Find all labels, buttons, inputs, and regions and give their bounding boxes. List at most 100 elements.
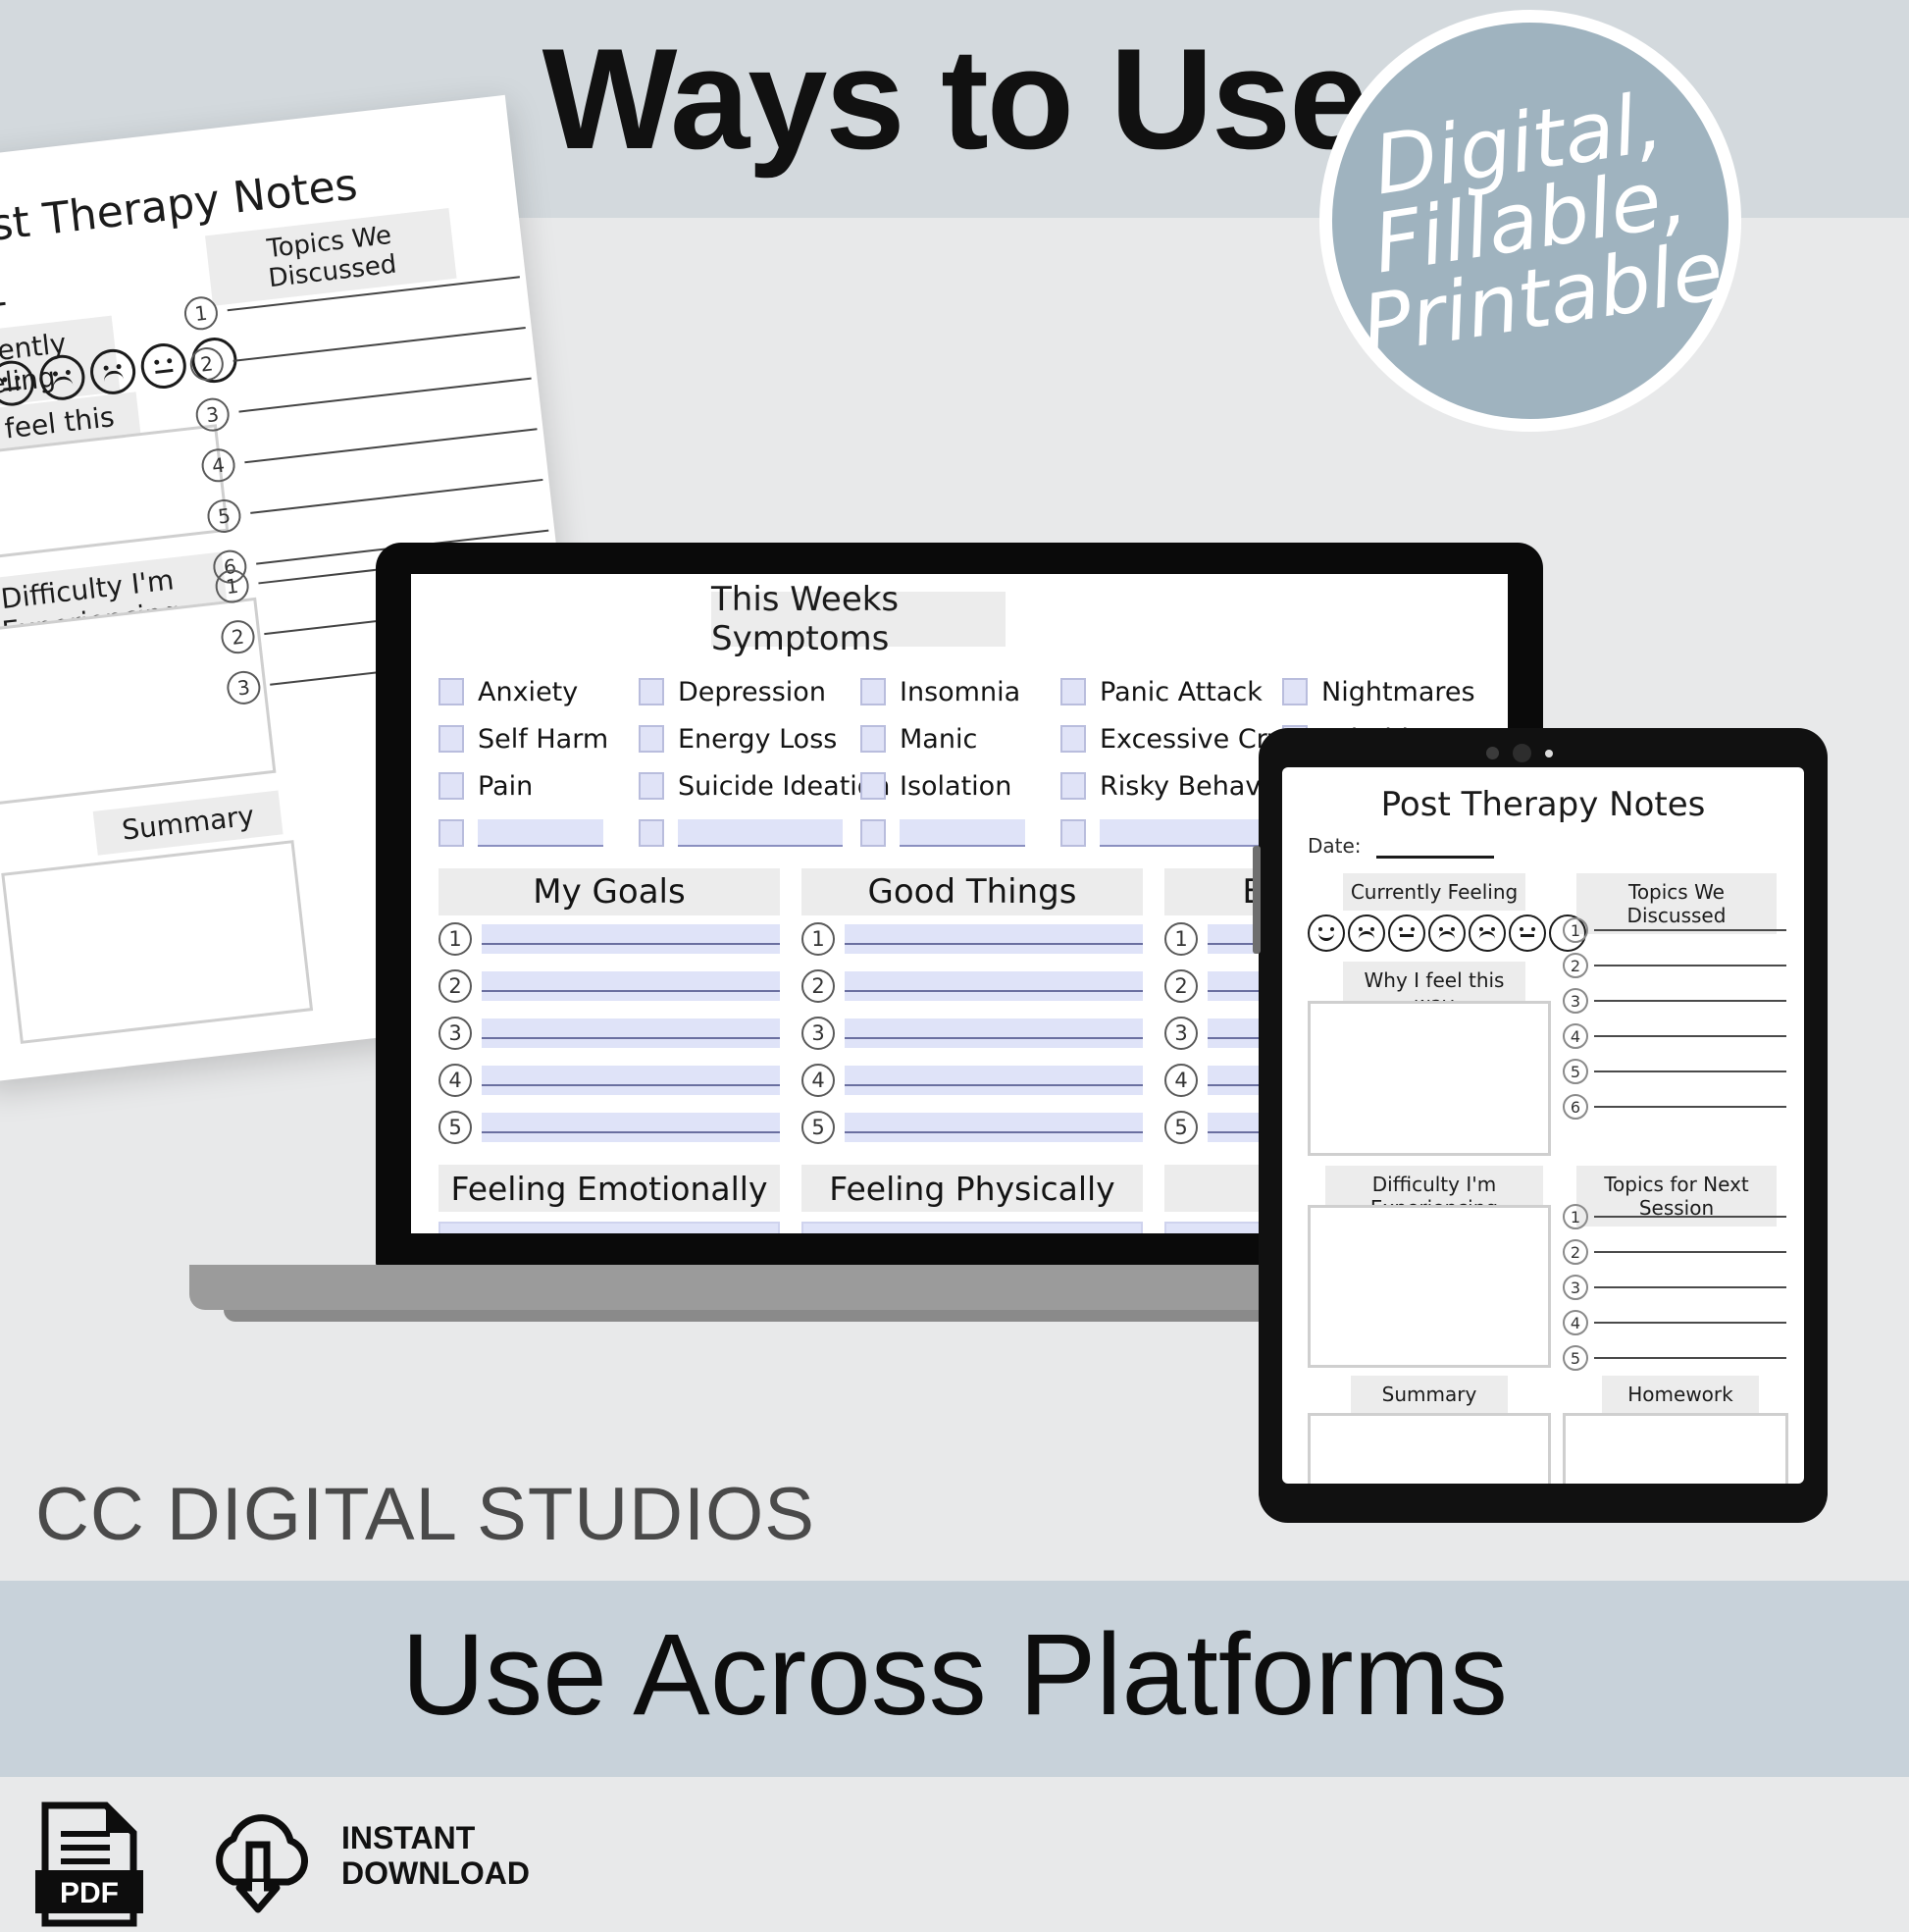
list-item: 5 — [801, 1104, 1143, 1151]
checkbox[interactable] — [1060, 819, 1086, 847]
entry-field[interactable] — [482, 1018, 780, 1048]
list-item: 3 — [439, 1010, 780, 1057]
tablet-homework-box[interactable] — [1563, 1413, 1788, 1484]
tablet-mockup: Post Therapy Notes Date: Currently Feeli… — [1253, 728, 1828, 1523]
checkbox[interactable] — [639, 819, 664, 847]
write-line[interactable] — [1594, 1357, 1786, 1359]
write-line[interactable] — [1594, 1000, 1786, 1002]
symptom-item: Panic Attack — [1060, 677, 1282, 707]
date-input-line[interactable] — [1376, 856, 1494, 859]
custom-symptom-input[interactable] — [900, 819, 1025, 847]
list-number: 4 — [199, 446, 237, 485]
entry-field[interactable] — [845, 1066, 1143, 1095]
checkbox[interactable] — [1060, 678, 1086, 705]
mood-face-neutral-icon — [138, 340, 189, 392]
column-text-area[interactable] — [801, 1222, 1143, 1233]
write-line[interactable] — [1594, 1106, 1786, 1108]
symptom-label: Nightmares — [1321, 676, 1475, 707]
mood-face-sleepy-icon — [1388, 914, 1425, 952]
symptom-label: Panic Attack — [1100, 676, 1263, 707]
tablet-mood-face-row — [1308, 914, 1586, 952]
tablet-why-box[interactable] — [1308, 1001, 1551, 1156]
list-number: 2 — [1563, 1239, 1588, 1265]
write-line[interactable] — [1594, 1251, 1786, 1253]
checkbox[interactable] — [439, 772, 464, 800]
column-text-area[interactable] — [439, 1222, 780, 1233]
list-item: 4 — [1563, 1018, 1786, 1054]
write-line[interactable] — [1594, 929, 1786, 931]
write-line — [244, 428, 538, 464]
write-line — [238, 377, 532, 413]
write-line[interactable] — [1594, 1322, 1786, 1324]
mood-face-sad-icon — [1348, 914, 1385, 952]
list-item: 4 — [1563, 1305, 1786, 1340]
tablet-topics-list: 1 2 3 4 5 6 — [1563, 913, 1786, 1124]
symptom-item: Pain — [439, 771, 639, 802]
checkbox[interactable] — [860, 725, 886, 753]
entry-field[interactable] — [482, 971, 780, 1001]
entry-field[interactable] — [845, 924, 1143, 954]
checkbox[interactable] — [860, 819, 886, 847]
symptom-item: Self Harm — [439, 724, 639, 755]
list-number: 3 — [801, 1017, 835, 1050]
list-number: 2 — [1164, 969, 1198, 1003]
entry-field[interactable] — [482, 1066, 780, 1095]
checkbox[interactable] — [1060, 772, 1086, 800]
symptom-label: Isolation — [900, 770, 1012, 802]
custom-symptom-input[interactable] — [478, 819, 603, 847]
entry-field[interactable] — [482, 1113, 780, 1142]
list-number: 4 — [1563, 1310, 1588, 1335]
checkbox[interactable] — [639, 678, 664, 705]
checkbox[interactable] — [639, 772, 664, 800]
list-item: 5 — [1563, 1340, 1786, 1376]
symptom-item: Manic — [860, 724, 1060, 755]
custom-symptom-input[interactable] — [678, 819, 843, 847]
mood-face-crying-icon — [1469, 914, 1506, 952]
tablet-chip-summary: Summary — [1351, 1376, 1508, 1413]
download-line-2: DOWNLOAD — [341, 1854, 530, 1891]
list-item: 1 — [439, 915, 780, 963]
list-number: 4 — [1164, 1064, 1198, 1097]
entry-field[interactable] — [845, 971, 1143, 1001]
checkbox[interactable] — [439, 678, 464, 705]
list-number: 2 — [188, 345, 226, 383]
checkbox[interactable] — [860, 678, 886, 705]
list-item: 1 — [1563, 1199, 1786, 1234]
list-item: 3 — [801, 1010, 1143, 1057]
cloud-download-icon — [196, 1798, 322, 1920]
list-number: 5 — [801, 1111, 835, 1144]
checkbox[interactable] — [860, 772, 886, 800]
list-number: 1 — [1164, 922, 1198, 956]
list-number: 3 — [439, 1017, 472, 1050]
checkbox[interactable] — [639, 725, 664, 753]
entry-field[interactable] — [845, 1018, 1143, 1048]
tablet-summary-box[interactable] — [1308, 1413, 1551, 1484]
tablet-volume-button[interactable] — [1253, 846, 1261, 954]
custom-symptom-input[interactable] — [1100, 819, 1280, 847]
checkbox[interactable] — [1060, 725, 1086, 753]
checkbox[interactable] — [1282, 678, 1308, 705]
write-line[interactable] — [1594, 965, 1786, 966]
write-line[interactable] — [1594, 1286, 1786, 1288]
checkbox[interactable] — [439, 725, 464, 753]
checkbox[interactable] — [439, 819, 464, 847]
list-number: 4 — [801, 1064, 835, 1097]
list-number: 1 — [801, 922, 835, 956]
write-line[interactable] — [1594, 1035, 1786, 1037]
write-line[interactable] — [1594, 1216, 1786, 1218]
entry-field[interactable] — [482, 924, 780, 954]
paper-date-line — [0, 301, 6, 322]
symptom-item: Anxiety — [439, 677, 639, 707]
list-number: 5 — [1164, 1111, 1198, 1144]
list-item: 2 — [801, 963, 1143, 1010]
column-sub-heading: Feeling Physically — [801, 1165, 1143, 1212]
symptom-item-custom — [860, 819, 1060, 847]
write-line — [227, 276, 520, 312]
instant-download-text: INSTANT DOWNLOAD — [341, 1820, 530, 1892]
list-number: 1 — [1563, 1204, 1588, 1229]
write-line[interactable] — [1594, 1070, 1786, 1072]
list-number: 1 — [182, 294, 220, 333]
tablet-difficulty-box[interactable] — [1308, 1205, 1551, 1368]
list-item: 2 — [439, 963, 780, 1010]
entry-field[interactable] — [845, 1113, 1143, 1142]
